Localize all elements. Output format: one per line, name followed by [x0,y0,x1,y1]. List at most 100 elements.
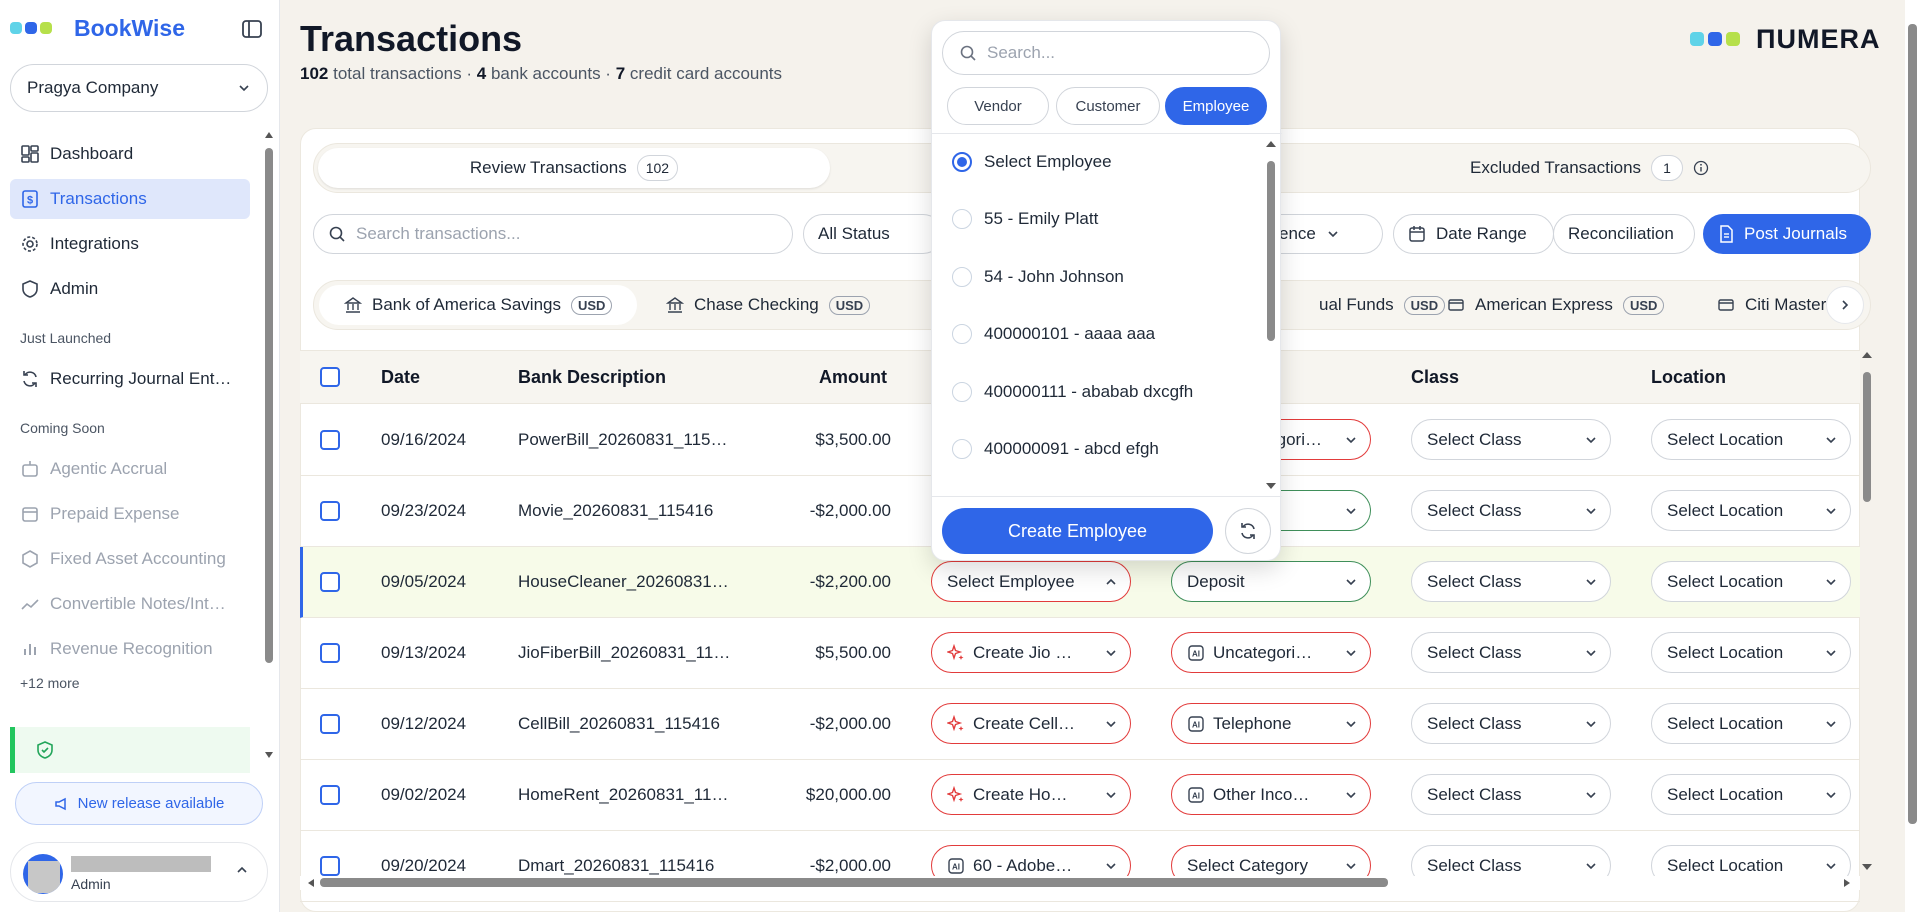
row-checkbox[interactable] [320,501,340,521]
employee-option[interactable]: 400000091 - abcd efgh [952,439,1159,459]
column-header-location[interactable]: Location [1651,367,1726,388]
post-journals-button[interactable]: Post Journals [1703,214,1871,254]
employee-option[interactable]: 400000111 - ababab dxcgfh [952,382,1193,402]
payee-dropdown[interactable]: Create Jio … [931,632,1131,673]
location-dropdown[interactable]: Select Location [1651,632,1851,673]
location-dropdown[interactable]: Select Location [1651,561,1851,602]
sidebar-item-label: Dashboard [50,144,134,163]
post-journals-label: Post Journals [1744,224,1847,243]
horizontal-scroll-thumb[interactable] [320,878,1388,887]
row-checkbox[interactable] [320,785,340,805]
row-checkbox[interactable] [320,714,340,734]
payee-dropdown[interactable]: Create Cell… [931,703,1131,744]
scroll-up-arrow[interactable] [1265,139,1277,149]
grid-icon [20,144,40,164]
reconciliation-button[interactable]: Reconciliation [1553,214,1695,254]
option-list-scroll-thumb[interactable] [1267,161,1275,341]
category-dropdown[interactable]: Deposit [1171,561,1371,602]
date-range-button[interactable]: Date Range [1393,214,1554,254]
sidebar-item-dashboard[interactable]: Dashboard [10,134,250,174]
class-dropdown[interactable]: Select Class [1411,419,1611,460]
payee-search-input[interactable]: Search... [942,31,1270,75]
cell-description: CellBill_20260831_115416 [518,714,720,733]
status-filter[interactable]: All Status [803,214,943,254]
location-dropdown[interactable]: Select Location [1651,774,1851,815]
more-features-link[interactable]: +12 more [20,675,80,691]
refresh-list-button[interactable] [1225,508,1271,554]
class-dropdown[interactable]: Select Class [1411,632,1611,673]
column-header-amount[interactable]: Amount [819,367,887,388]
chevron-down-icon [1344,788,1358,802]
account-tab-mutual-funds[interactable]: ual Funds USD [1319,281,1446,329]
location-dropdown[interactable]: Select Location [1651,419,1851,460]
location-value: Select Location [1667,571,1784,591]
employee-option[interactable]: Select Employee [952,152,1112,172]
tab-excluded-transactions[interactable]: Excluded Transactions 1 [1470,148,1750,188]
company-selector[interactable]: Pragya Company [10,64,268,112]
confidence-filter-value: ence [1279,224,1316,243]
account-name: American Express [1475,295,1613,314]
sidebar-item-label: Agentic Accrual [50,459,168,478]
sidebar-item-prepaid-expense: Prepaid Expense [10,494,250,534]
account-tab-chase-checking[interactable]: Chase Checking USD [666,281,871,329]
chevron-down-icon [1824,788,1838,802]
account-name: ual Funds [1319,295,1394,314]
sidebar-collapse-icon[interactable] [241,18,263,40]
payee-dropdown[interactable]: Create Ho… [931,774,1131,815]
create-employee-button[interactable]: Create Employee [942,508,1213,554]
trend-icon [20,594,40,614]
row-checkbox[interactable] [320,856,340,876]
column-header-description[interactable]: Bank Description [518,367,666,388]
location-value: Select Location [1667,642,1784,662]
chevron-down-icon [1104,646,1118,660]
select-all-checkbox[interactable] [320,367,340,387]
category-dropdown[interactable]: AI Other Inco… [1171,774,1371,815]
sidebar-item-integrations[interactable]: Integrations [10,224,250,264]
segment-customer[interactable]: Customer [1056,87,1160,125]
sidebar-scroll-thumb[interactable] [265,148,273,663]
location-dropdown[interactable]: Select Location [1651,490,1851,531]
chevron-down-icon [1584,646,1598,660]
ai-icon: AI [1187,644,1205,662]
row-checkbox[interactable] [320,643,340,663]
scroll-down-arrow[interactable] [1265,481,1277,491]
table-vertical-scrollbar[interactable] [1860,350,1874,876]
row-checkbox[interactable] [320,572,340,592]
column-header-class[interactable]: Class [1411,367,1459,388]
refresh-icon [1238,521,1258,541]
user-menu[interactable]: Admin [10,842,268,902]
divider [932,496,1282,497]
page-scrollbar[interactable] [1905,0,1920,912]
new-release-button[interactable]: New release available [15,782,263,825]
class-dropdown[interactable]: Select Class [1411,490,1611,531]
location-dropdown[interactable]: Select Location [1651,703,1851,744]
page-scroll-thumb[interactable] [1908,24,1917,824]
class-dropdown[interactable]: Select Class [1411,774,1611,815]
sidebar-item-transactions[interactable]: $ Transactions [10,179,250,219]
employee-option[interactable]: 54 - John Johnson [952,267,1124,287]
segment-vendor[interactable]: Vendor [947,87,1049,125]
category-dropdown[interactable]: AI Telephone [1171,703,1371,744]
tab-review-transactions[interactable]: Review Transactions 102 [318,148,830,188]
sidebar-item-admin[interactable]: Admin [10,269,250,309]
employee-option[interactable]: 400000101 - aaaa aaa [952,324,1155,344]
account-tab-citi-master[interactable]: Citi Master [1717,281,1826,329]
row-checkbox[interactable] [320,430,340,450]
category-dropdown[interactable]: AI Uncategori… [1171,632,1371,673]
class-value: Select Class [1427,642,1522,662]
horizontal-scrollbar[interactable] [300,876,1860,890]
transaction-search-input[interactable]: Search transactions... [313,214,793,254]
employee-option[interactable]: 55 - Emily Platt [952,209,1098,229]
segment-employee[interactable]: Employee [1165,87,1267,125]
column-header-date[interactable]: Date [381,367,420,388]
class-dropdown[interactable]: Select Class [1411,561,1611,602]
payee-dropdown[interactable]: Select Employee [931,561,1131,602]
chevron-up-icon [235,863,249,877]
account-tab-american-express[interactable]: American Express USD [1447,281,1665,329]
info-icon[interactable] [1693,160,1709,176]
sidebar-item-recurring-journal[interactable]: Recurring Journal Ent… [10,359,250,399]
account-tab-boa-savings[interactable]: Bank of America Savings USD [344,281,613,329]
class-value: Select Class [1427,571,1522,591]
accounts-next-button[interactable] [1826,286,1864,324]
class-dropdown[interactable]: Select Class [1411,703,1611,744]
